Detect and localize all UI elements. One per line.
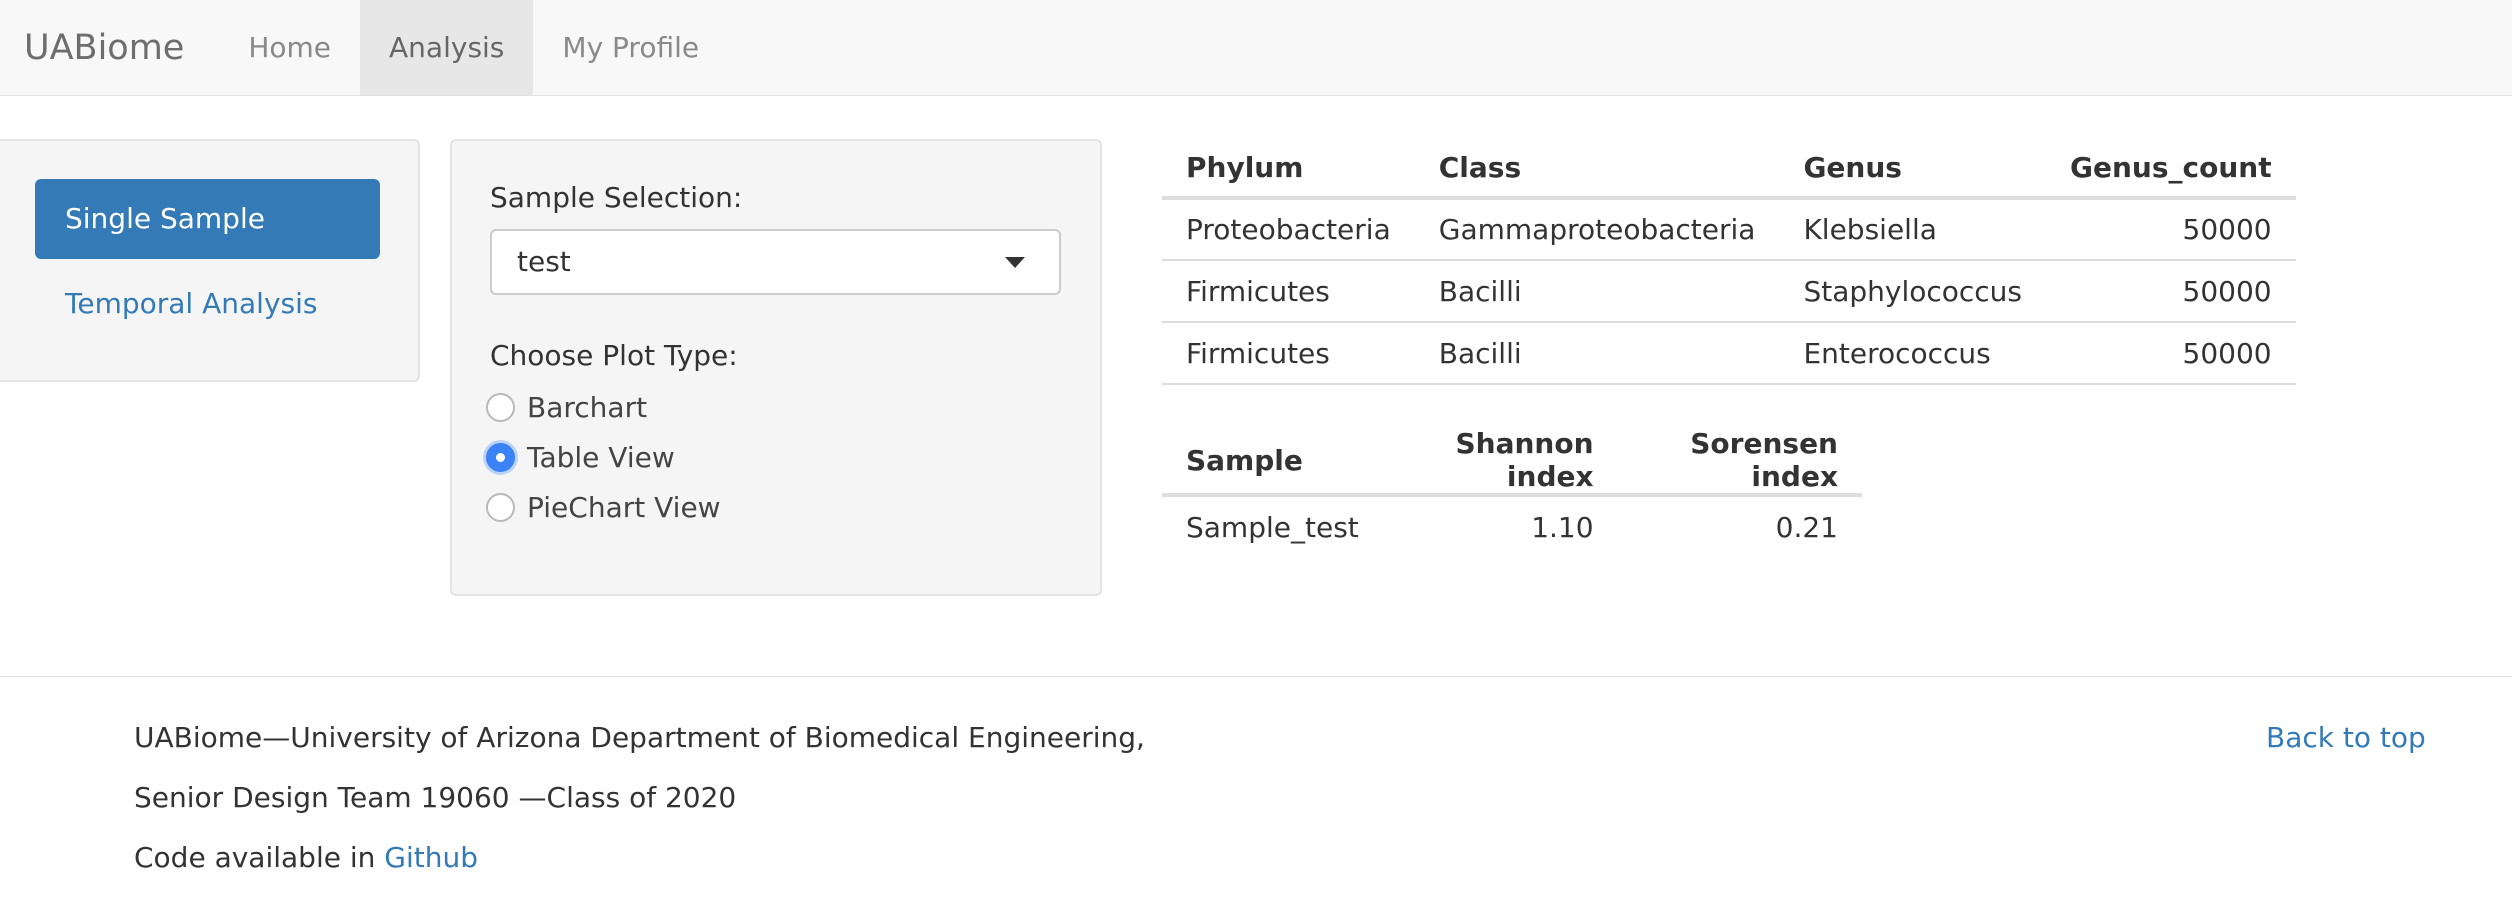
radio-label: Table View (527, 440, 675, 474)
back-to-top-link[interactable]: Back to top (2266, 721, 2426, 754)
radio-label: Barchart (527, 390, 648, 424)
table-header-row: Phylum Class Genus Genus_count (1162, 138, 2296, 200)
sample-select-value: test (517, 245, 571, 278)
radio-option-table-view[interactable]: Table View (486, 437, 675, 477)
radio-option-barchart[interactable]: Barchart (486, 387, 647, 427)
brand-logo[interactable]: UABiome (0, 0, 219, 95)
nav-analysis[interactable]: Analysis (360, 0, 534, 95)
col-genus: Genus (1779, 138, 2046, 200)
taxa-table: Phylum Class Genus Genus_count Proteobac… (1162, 138, 2296, 385)
cell-class: Bacilli (1414, 322, 1780, 385)
pill-temporal-analysis[interactable]: Temporal Analysis (65, 284, 317, 324)
nav-my-profile[interactable]: My Profile (533, 0, 728, 95)
col-class: Class (1414, 138, 1780, 200)
cell-sample: Sample_test (1186, 510, 1359, 544)
cell-genus: Staphylococcus (1779, 260, 2046, 323)
footer: UABiome—University of Arizona Department… (0, 676, 2512, 918)
cell-genus-count: 50000 (2046, 260, 2296, 323)
pill-single-sample[interactable]: Single Sample (35, 179, 380, 259)
radio-option-piechart-view[interactable]: PieChart View (486, 487, 721, 527)
footer-line-2: Senior Design Team 19060 —Class of 2020 (134, 781, 737, 814)
table-row: Firmicutes Bacilli Enterococcus 50000 (1162, 322, 2296, 385)
navbar: UABiome Home Analysis My Profile (0, 0, 2512, 96)
cell-shannon-index: 1.10 (1531, 510, 1594, 544)
table-header-row: Sample Shannon index Sorensen index (1162, 427, 1862, 497)
cell-phylum: Proteobacteria (1162, 198, 1415, 261)
radio-label: PieChart View (527, 490, 721, 524)
analysis-mode-panel: Single Sample Temporal Analysis (0, 139, 420, 382)
radio-unchecked-icon[interactable] (486, 492, 515, 522)
col-sorensen-index: Sorensen index (1617, 427, 1862, 497)
footer-line-3: Code available in Github (134, 841, 478, 874)
cell-genus: Enterococcus (1779, 322, 2046, 385)
caret-down-icon (1005, 257, 1025, 268)
radio-checked-icon[interactable] (486, 442, 515, 472)
cell-genus-count: 50000 (2046, 322, 2296, 385)
cell-phylum: Firmicutes (1162, 260, 1415, 323)
radio-unchecked-icon[interactable] (486, 392, 515, 422)
col-shannon-index: Shannon index (1382, 427, 1618, 497)
plot-type-label: Choose Plot Type: (490, 339, 738, 372)
table-row: Proteobacteria Gammaproteobacteria Klebs… (1162, 198, 2296, 261)
sample-selection-label: Sample Selection: (490, 181, 743, 214)
col-genus-count: Genus_count (2046, 138, 2296, 200)
cell-class: Gammaproteobacteria (1414, 198, 1780, 261)
diversity-table: Sample Shannon index Sorensen index Samp… (1162, 427, 1862, 557)
col-phylum: Phylum (1162, 138, 1415, 200)
footer-code-text: Code available in (134, 841, 385, 874)
sample-select[interactable]: test (490, 229, 1061, 295)
nav-home[interactable]: Home (219, 0, 360, 95)
cell-sorensen-index: 0.21 (1775, 510, 1838, 544)
table-row: Sample_test 1.10 0.21 (1162, 495, 1862, 557)
footer-line-1: UABiome—University of Arizona Department… (134, 721, 1145, 754)
col-sample: Sample (1162, 427, 1383, 497)
cell-genus: Klebsiella (1779, 198, 2046, 261)
controls-panel: Sample Selection: test Choose Plot Type:… (450, 139, 1102, 596)
table-row: Firmicutes Bacilli Staphylococcus 50000 (1162, 260, 2296, 323)
cell-class: Bacilli (1414, 260, 1780, 323)
cell-genus-count: 50000 (2046, 198, 2296, 261)
cell-phylum: Firmicutes (1162, 322, 1415, 385)
github-link[interactable]: Github (384, 841, 478, 874)
